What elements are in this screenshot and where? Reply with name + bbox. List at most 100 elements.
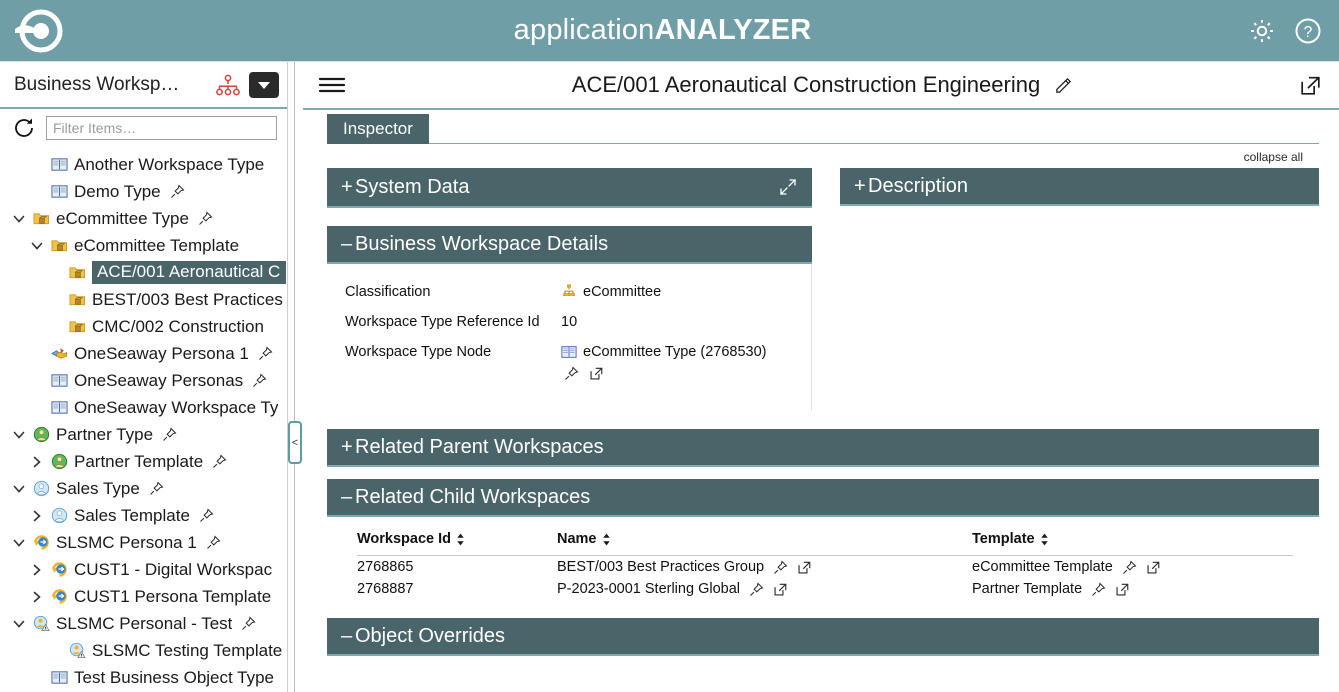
app-logo[interactable] [0,3,78,59]
twisty-collapsed-icon[interactable] [26,455,48,469]
column-header-workspace-id[interactable]: Workspace Id [357,531,557,547]
persona-warn-icon [69,642,86,658]
pin-icon[interactable] [212,454,227,469]
tree-item[interactable]: Partner Template [0,448,287,475]
detail-value-line: eCommittee [561,282,661,302]
tree-item[interactable]: OneSeaway Personas [0,367,287,394]
refresh-icon[interactable] [12,116,36,140]
tree-item[interactable]: SLSMC Persona 1 [0,529,287,556]
tree-item[interactable]: Demo Type [0,178,287,205]
panel-related-child-workspaces-header[interactable]: – Related Child Workspaces [327,479,1319,517]
panel-business-workspace-details-header[interactable]: – Business Workspace Details [327,226,812,264]
pin-icon[interactable] [1091,582,1106,597]
table-row[interactable]: 2768865 BEST/003 Best Practices Group eCom… [357,556,1293,578]
panel-object-overrides-header[interactable]: – Object Overrides [327,618,1319,656]
tree-item[interactable]: BEST/003 Best Practices [0,286,287,313]
pin-icon[interactable] [564,366,579,381]
pin-icon[interactable] [199,508,214,523]
pin-icon[interactable] [198,211,213,226]
system-data-toggle-sign: + [341,175,353,198]
collapse-all-link[interactable]: collapse all [303,144,1339,168]
related-child-workspaces-table: Workspace Id Name Template 2768865 BEST/003… [327,517,1319,600]
tree-item[interactable]: eCommittee Template [0,232,287,259]
tree-item-icon [30,210,52,227]
detail-value-actions [561,366,767,381]
tree-item[interactable]: SLSMC Testing Template [0,637,287,664]
pin-icon[interactable] [170,184,185,199]
pin-icon[interactable] [241,616,256,631]
pin-icon[interactable] [252,373,267,388]
left-sidebar: Business Worksp… Another Workspace Type D… [0,62,288,692]
panel-description-header[interactable]: + Description [840,168,1319,206]
tree-item-icon [30,480,52,497]
pin-icon[interactable] [258,346,273,361]
tree-item[interactable]: OneSeaway Workspace Ty [0,394,287,421]
page-title-wrap: ACE/001 Aeronautical Construction Engine… [347,72,1298,98]
tree-item-label: CMC/002 Construction [92,316,264,336]
tree-item[interactable]: Sales Template [0,502,287,529]
twisty-expanded-icon[interactable] [26,239,48,253]
gear-icon[interactable] [1247,16,1277,46]
chevron-down-icon [13,539,25,547]
twisty-expanded-icon[interactable] [8,212,30,226]
open-external-icon[interactable] [797,560,812,575]
open-external-icon[interactable] [1115,582,1130,597]
pin-icon[interactable] [749,582,764,597]
oo-title: Object Overrides [355,624,506,647]
column-header-label: Name [557,531,597,547]
tree-item[interactable]: CUST1 Persona Template [0,583,287,610]
tree-item-label: Demo Type [74,181,161,201]
panel-system-data-header[interactable]: + System Data [327,168,812,208]
tree-item[interactable]: Another Workspace Type [0,151,287,178]
tree-item[interactable]: CMC/002 Construction [0,313,287,340]
tree-item-icon [48,183,70,200]
tree-item[interactable]: eCommittee Type [0,205,287,232]
panel-related-parent-workspaces-header[interactable]: + Related Parent Workspaces [327,429,1319,467]
twisty-expanded-icon[interactable] [8,482,30,496]
tree-item[interactable]: ACE/001 Aeronautical C [0,259,287,286]
open-external-icon[interactable] [773,582,788,597]
column-header-template[interactable]: Template [972,531,1293,547]
filter-input[interactable] [46,116,277,140]
tree-item-icon [66,318,88,335]
pin-icon[interactable] [773,560,788,575]
pin-icon[interactable] [162,427,177,442]
sort-updown-icon[interactable] [602,533,611,546]
pin-icon[interactable] [149,481,164,496]
pin-icon[interactable] [206,535,221,550]
sort-updown-icon[interactable] [456,533,465,546]
tree-item[interactable]: SLSMC Personal - Test [0,610,287,637]
twisty-collapsed-icon[interactable] [26,563,48,577]
column-header-name[interactable]: Name [557,531,972,547]
sidebar-collapse-handle[interactable]: < [288,421,302,464]
twisty-expanded-icon[interactable] [8,536,30,550]
sidebar-divider: < [288,62,302,692]
column-header-label: Template [972,531,1035,547]
tree-item-icon [48,372,70,389]
question-circle-icon[interactable]: ? [1293,16,1323,46]
tree-item[interactable]: Partner Type [0,421,287,448]
twisty-collapsed-icon[interactable] [26,509,48,523]
open-external-icon[interactable] [1146,560,1161,575]
table-row[interactable]: 2768887 P-2023-0001 Sterling Global Partne… [357,578,1293,600]
tree-item[interactable]: Test Business Object Type [0,664,287,691]
sidebar-dropdown-button[interactable] [249,71,279,98]
tab-inspector[interactable]: Inspector [327,114,429,144]
expand-diagonal-icon[interactable] [778,177,798,197]
workspace-tree[interactable]: Another Workspace Type Demo Type eCommitte… [0,147,287,692]
open-in-new-window-icon[interactable] [1298,73,1323,98]
org-chart-icon[interactable] [215,74,241,96]
open-external-icon[interactable] [589,366,604,381]
twisty-expanded-icon[interactable] [8,617,30,631]
sort-updown-icon[interactable] [1040,533,1049,546]
edit-pencil-icon[interactable] [1054,76,1073,95]
tree-item-label: SLSMC Testing Template [92,640,283,660]
tree-item[interactable]: OneSeaway Persona 1 [0,340,287,367]
twisty-collapsed-icon[interactable] [26,590,48,604]
book-type-icon [50,401,68,414]
tree-item[interactable]: Sales Type [0,475,287,502]
tree-item[interactable]: CUST1 - Digital Workspac [0,556,287,583]
twisty-expanded-icon[interactable] [8,428,30,442]
pin-icon[interactable] [1122,560,1137,575]
hamburger-menu-icon[interactable] [317,74,347,96]
